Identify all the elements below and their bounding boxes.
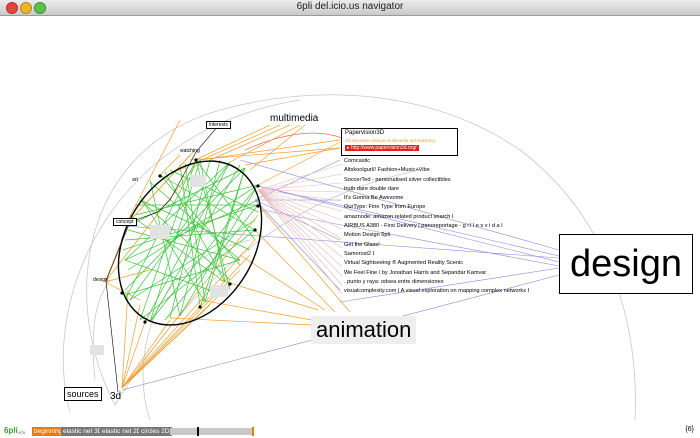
node-multimedia[interactable]: multimedia (270, 113, 318, 124)
bookmark-item[interactable]: OurType: Fine Type from Europe (344, 203, 529, 212)
node-design[interactable]: design (559, 234, 693, 294)
navigation-slider-end (252, 427, 254, 436)
node-design-tag[interactable]: design (93, 277, 108, 283)
circles-2d-button[interactable]: circles 2D (139, 427, 172, 436)
bookmark-item[interactable]: visualcomplexity.com | A visual explorat… (344, 287, 529, 296)
popup-tags: 3d animation design multimedia ted watch… (345, 138, 435, 143)
bookmark-item[interactable]: . punto y raya: odsea entre dimensiones (344, 278, 529, 287)
app-logo-suffix: alfa (18, 430, 26, 435)
bookmark-item[interactable]: amaznode: amazon related product search … (344, 213, 529, 222)
bookmark-item[interactable]: Get the Glass! (344, 241, 529, 250)
corner-indicator: {6} (685, 426, 694, 433)
node-watching[interactable]: watching (180, 148, 200, 154)
category-links (104, 119, 351, 389)
elastic-net-2d-button[interactable]: elastic net 2D (100, 427, 144, 436)
bookmark-list: Comcastic Altskoolgurl// Fashion+Music+V… (344, 157, 529, 296)
window-titlebar: 6pli del.icio.us navigator (0, 0, 700, 16)
bookmark-item[interactable]: truth dare double dare (344, 185, 529, 194)
bookmark-item[interactable]: AIRBUS A380 - First Delivery | panorepor… (344, 222, 529, 231)
app-logo: 6pli (4, 426, 18, 435)
node-art[interactable]: art (132, 177, 138, 183)
bookmark-item[interactable]: It's Gonna Be Awesome (344, 194, 529, 203)
node-animation[interactable]: animation (311, 316, 417, 344)
node-interests[interactable]: interests (206, 121, 231, 129)
bookmark-popup[interactable]: Papervision3D 3d animation design multim… (341, 128, 458, 156)
bookmark-item[interactable]: Samorost2 I (344, 250, 529, 259)
bottom-toolbar: 6pli alfa beginning elastic net 3D elast… (4, 426, 264, 436)
bookmark-item[interactable]: Comcastic (344, 157, 529, 166)
navigation-slider[interactable] (170, 427, 254, 436)
bookmark-item[interactable]: SoccerTed - personalised silver collecti… (344, 176, 529, 185)
elastic-net-3d-button[interactable]: elastic net 3D (61, 427, 105, 436)
bookmark-item[interactable]: We Feel Fine / by Jonathan Harris and Se… (344, 269, 529, 278)
bookmark-item[interactable]: Motion Design 6pli (344, 231, 529, 240)
node-concept[interactable]: concept (113, 218, 137, 226)
popup-url-link[interactable]: ▸ http://www.papervision3d.org/ (345, 145, 419, 151)
popup-title: Papervision3D (345, 130, 385, 136)
navigation-slider-handle[interactable] (197, 427, 200, 436)
bookmark-item[interactable]: Altskoolgurl// Fashion+Music+Vibe (344, 166, 529, 175)
beginning-button[interactable]: beginning (32, 427, 65, 436)
bookmark-item[interactable]: Virtual Sightseeing ® Augmented Reality … (344, 259, 529, 268)
window-title: 6pli del.icio.us navigator (296, 1, 404, 12)
node-3d[interactable]: 3d (110, 391, 121, 402)
node-sources[interactable]: sources (64, 387, 102, 401)
